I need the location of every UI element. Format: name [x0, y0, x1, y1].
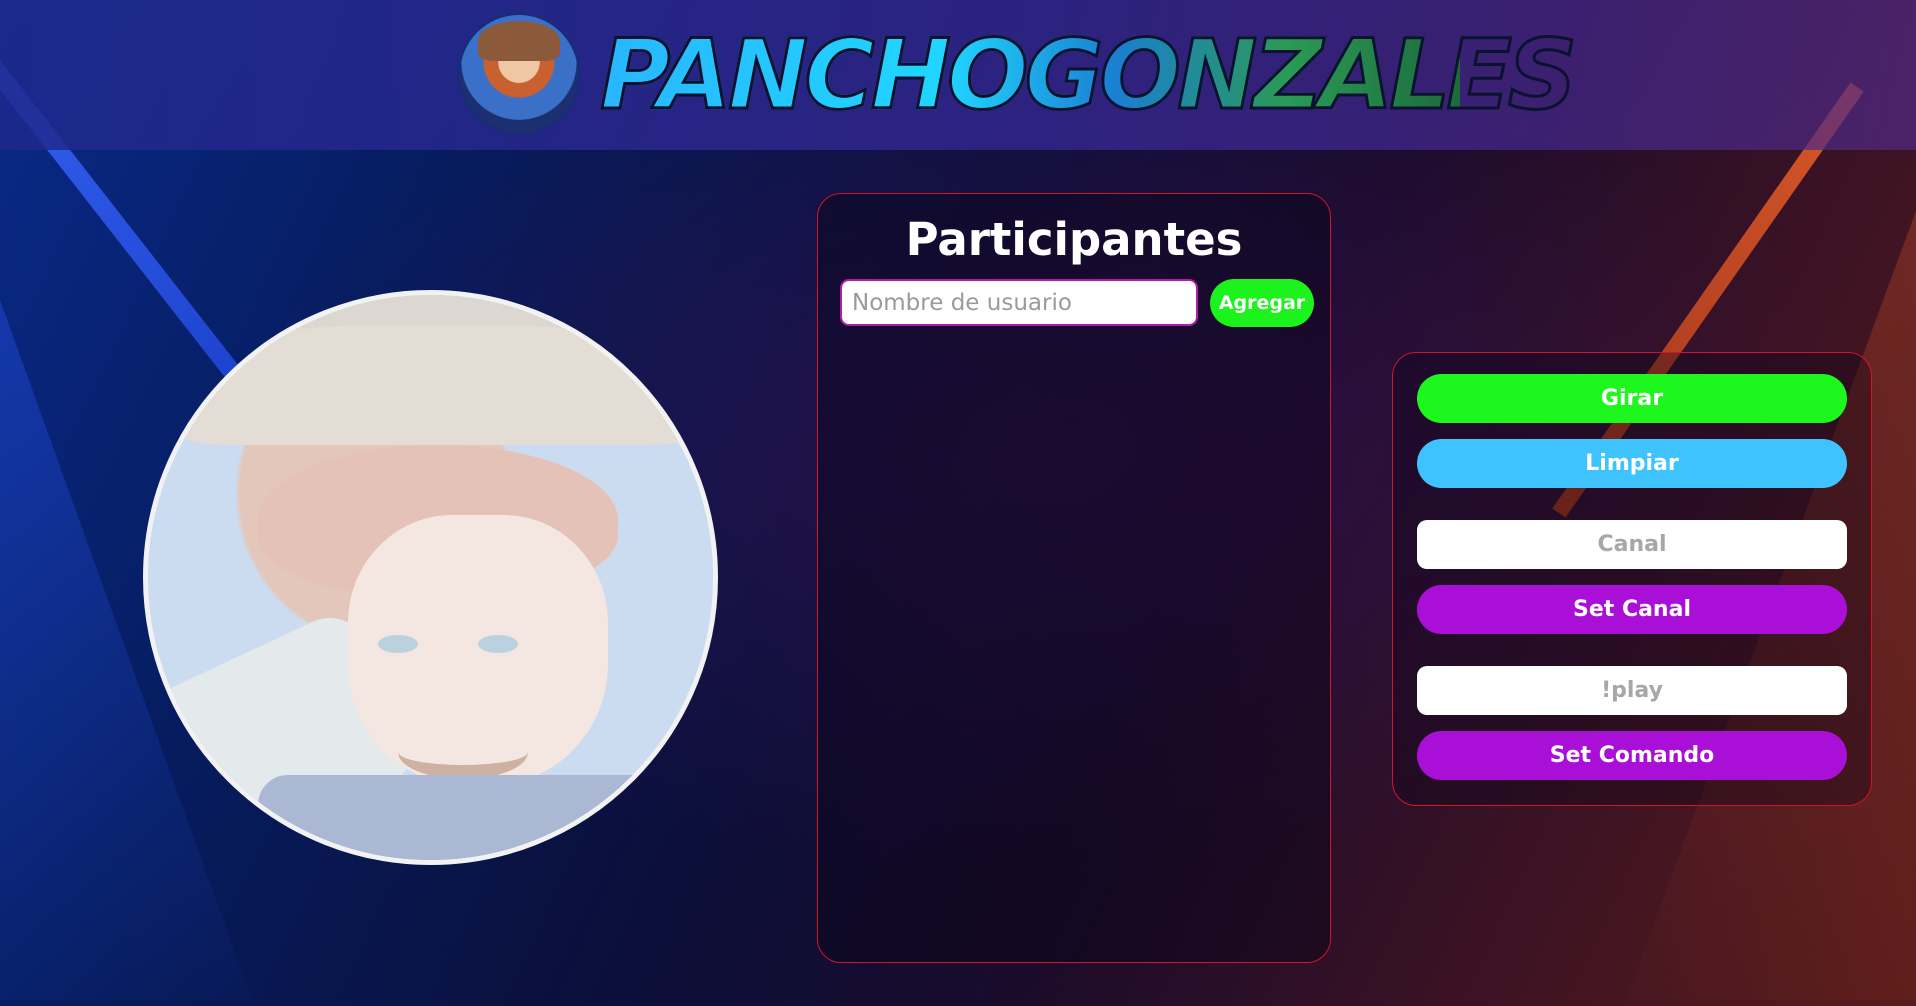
channel-input[interactable]	[1417, 520, 1847, 569]
participants-title: Participantes	[905, 213, 1243, 266]
controls-panel: Girar Limpiar Set Canal Set Comando	[1392, 352, 1872, 806]
header-bar: PANCHOGONZALES	[0, 0, 1916, 150]
streamer-avatar-icon	[460, 15, 578, 133]
spin-button[interactable]: Girar	[1417, 374, 1847, 423]
username-input[interactable]	[840, 279, 1198, 326]
set-channel-button[interactable]: Set Canal	[1417, 585, 1847, 634]
clear-button[interactable]: Limpiar	[1417, 439, 1847, 488]
command-input[interactable]	[1417, 666, 1847, 715]
participants-panel: Participantes Agregar	[817, 193, 1331, 963]
wheel-image	[143, 290, 718, 865]
add-participant-button[interactable]: Agregar	[1210, 279, 1314, 327]
channel-logo: PANCHOGONZALES	[599, 19, 1579, 132]
set-command-button[interactable]: Set Comando	[1417, 731, 1847, 780]
